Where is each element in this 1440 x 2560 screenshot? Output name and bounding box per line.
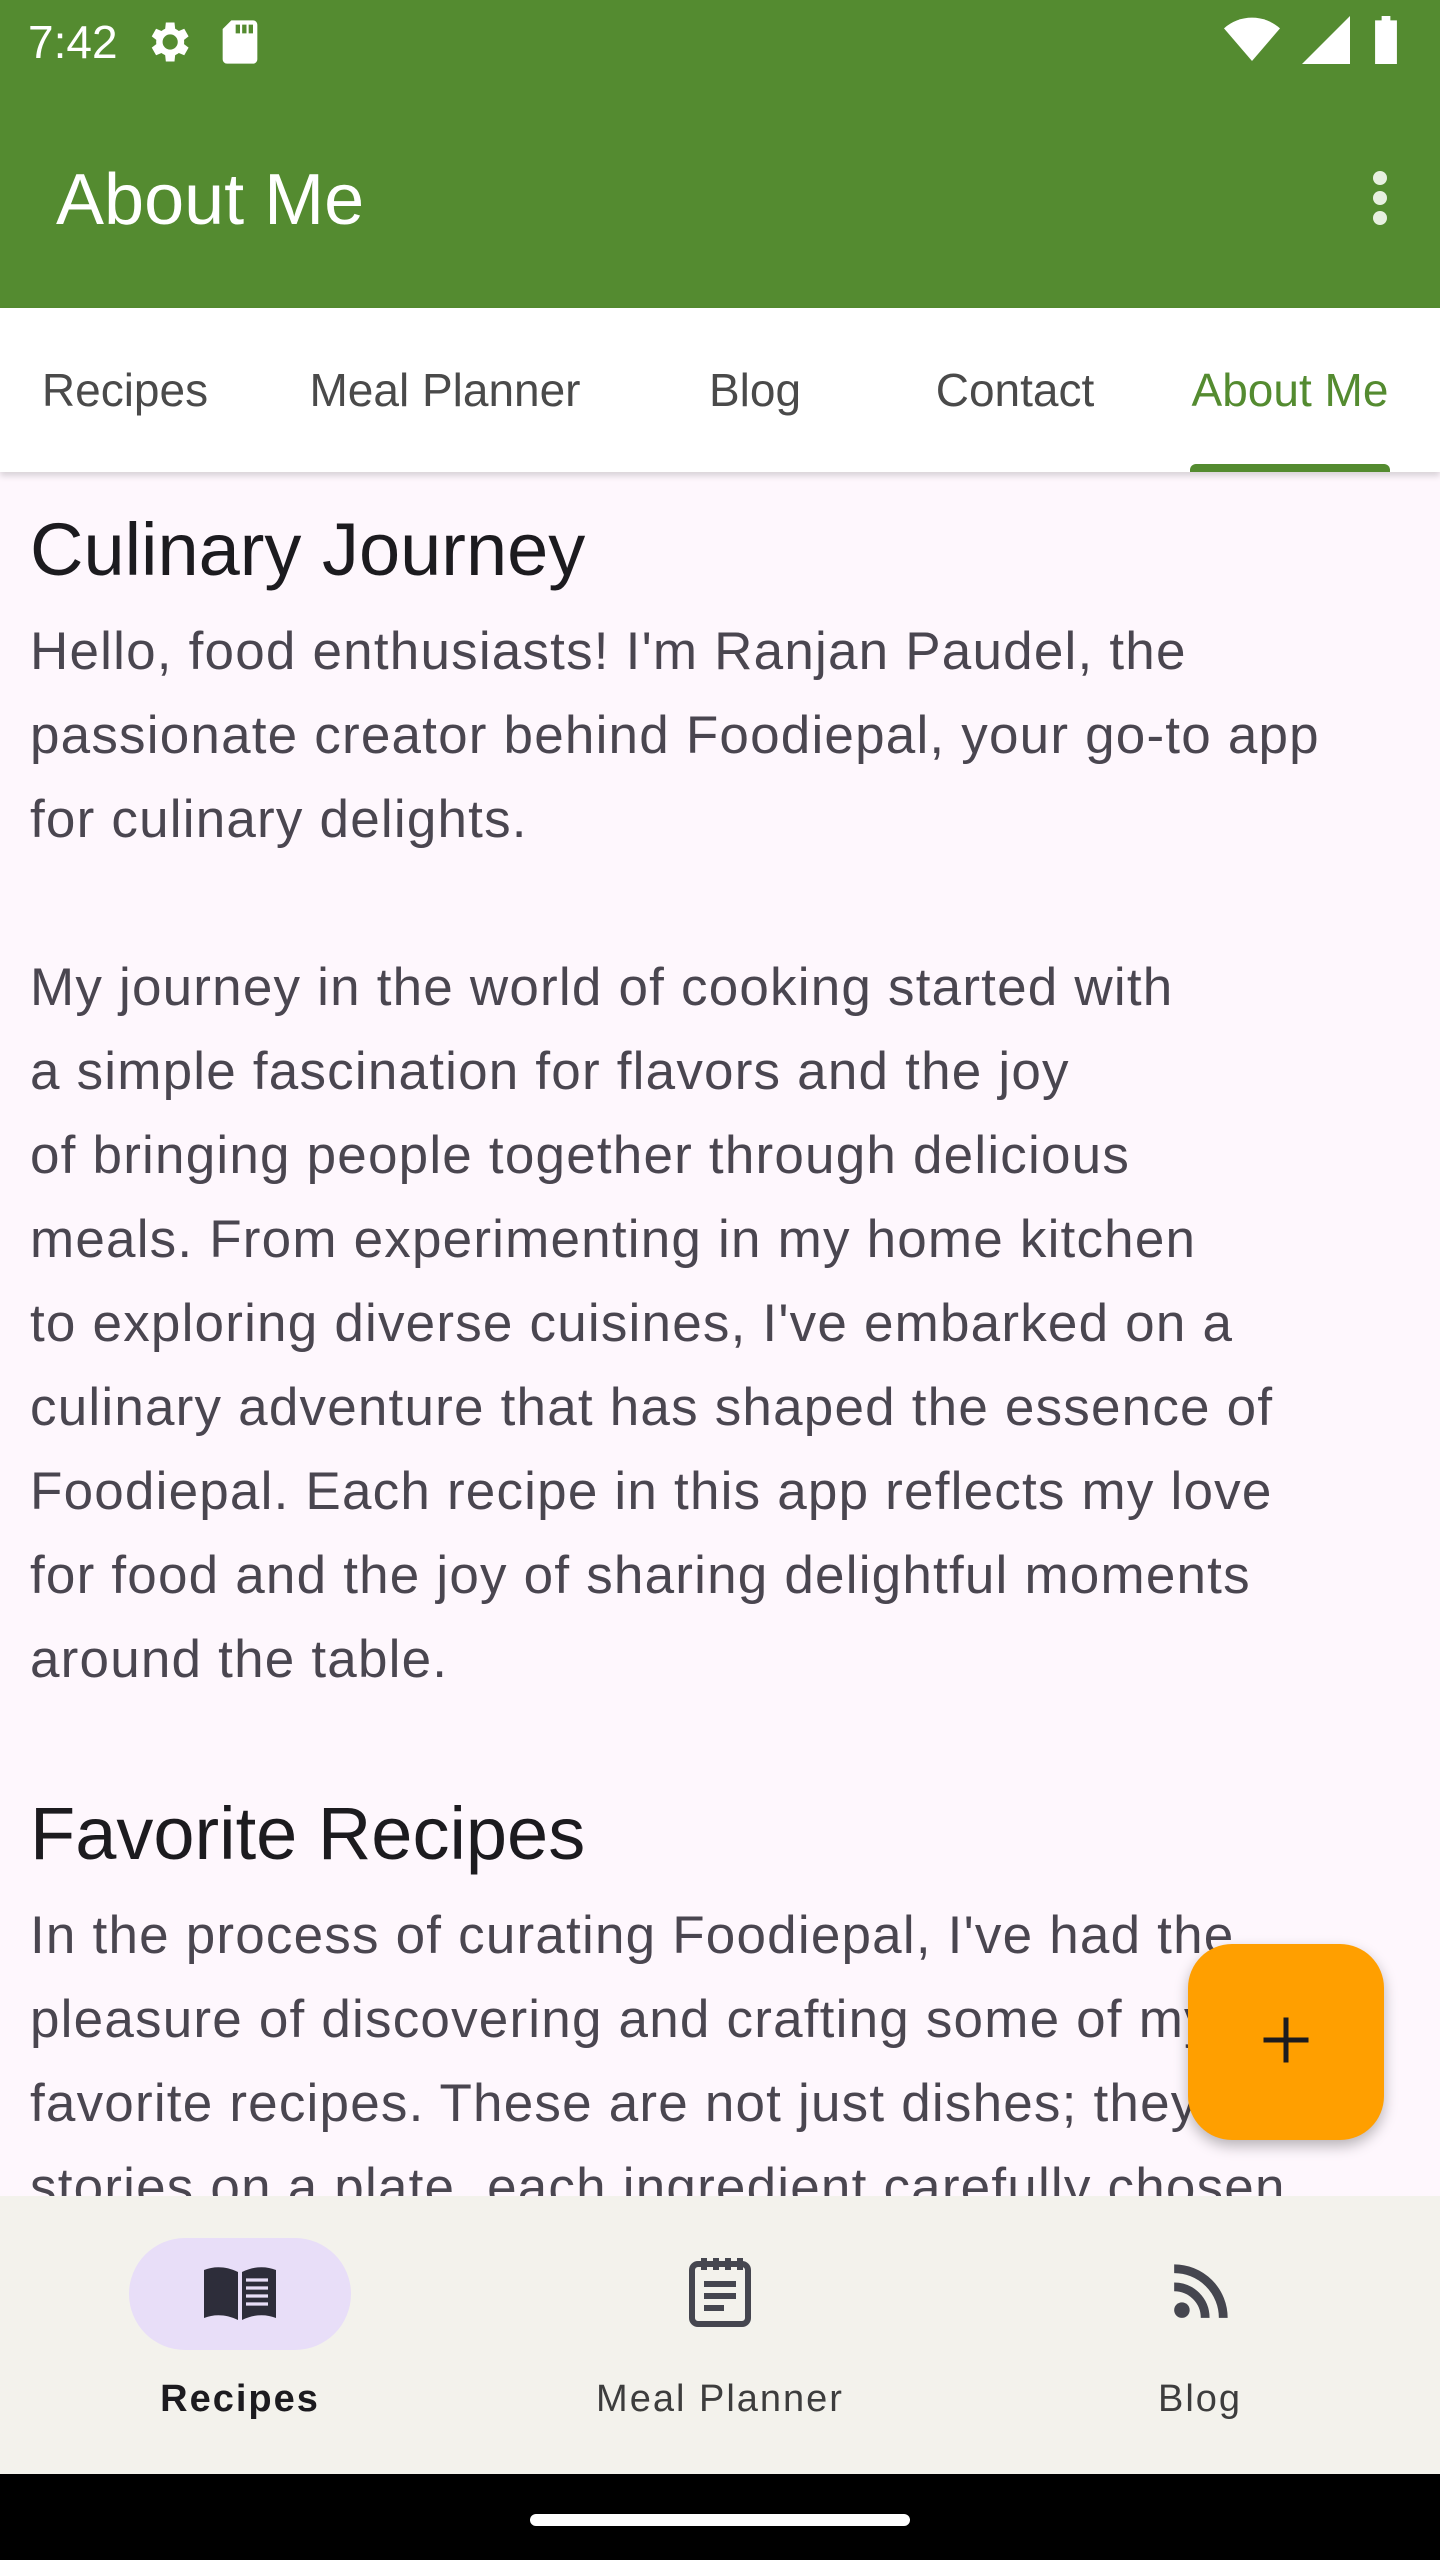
tab-meal-planner[interactable]: Meal Planner: [250, 308, 640, 472]
notepad-icon: [688, 2256, 752, 2333]
tab-contact[interactable]: Contact: [870, 308, 1160, 472]
add-fab-button[interactable]: [1188, 1944, 1384, 2140]
overflow-menu-button[interactable]: [1348, 158, 1412, 242]
app-bar: 7:42 About Me: [0, 0, 1440, 308]
nav-active-indicator: [129, 2238, 351, 2350]
tab-about-me[interactable]: About Me: [1160, 308, 1420, 472]
wifi-icon: [1224, 16, 1280, 69]
tab-recipes[interactable]: Recipes: [0, 308, 250, 472]
tab-bar: Recipes Meal Planner Blog Contact About …: [0, 308, 1440, 472]
section-heading-favorite-recipes: Favorite Recipes: [30, 1792, 586, 1875]
tab-blog[interactable]: Blog: [640, 308, 870, 472]
home-gesture-handle[interactable]: [530, 2514, 910, 2526]
settings-gear-icon: [142, 16, 194, 73]
book-icon: [200, 2262, 280, 2327]
paragraph-journey: My journey in the world of cooking start…: [30, 958, 1274, 1689]
nav-label-meal-planner: Meal Planner: [596, 2378, 844, 2420]
nav-label-recipes: Recipes: [160, 2378, 320, 2420]
cell-signal-icon: [1302, 16, 1350, 69]
paragraph-intro: Hello, food enthusiasts! I'm Ranjan Paud…: [30, 622, 1320, 849]
more-vert-icon: [1372, 169, 1388, 232]
sd-card-icon: [218, 16, 262, 73]
status-time: 7:42: [28, 16, 118, 68]
nav-item-blog[interactable]: Blog: [960, 2196, 1440, 2474]
active-tab-indicator: [1190, 464, 1390, 472]
rss-icon: [1169, 2261, 1231, 2328]
plus-icon: [1256, 2010, 1316, 2075]
bottom-navigation: Recipes Meal Planner Blog: [0, 2196, 1440, 2474]
page-title: About Me: [56, 160, 365, 240]
content-scroll-area[interactable]: Culinary Journey Hello, food enthusiasts…: [0, 472, 1440, 2196]
status-left-icons: [142, 16, 262, 73]
section-heading-culinary-journey: Culinary Journey: [30, 508, 586, 591]
nav-label-blog: Blog: [1157, 2378, 1243, 2420]
nav-item-meal-planner[interactable]: Meal Planner: [480, 2196, 960, 2474]
nav-item-recipes[interactable]: Recipes: [0, 2196, 480, 2474]
battery-icon: [1372, 16, 1400, 69]
system-navigation-bar: [0, 2474, 1440, 2560]
status-right-icons: [1224, 16, 1400, 69]
